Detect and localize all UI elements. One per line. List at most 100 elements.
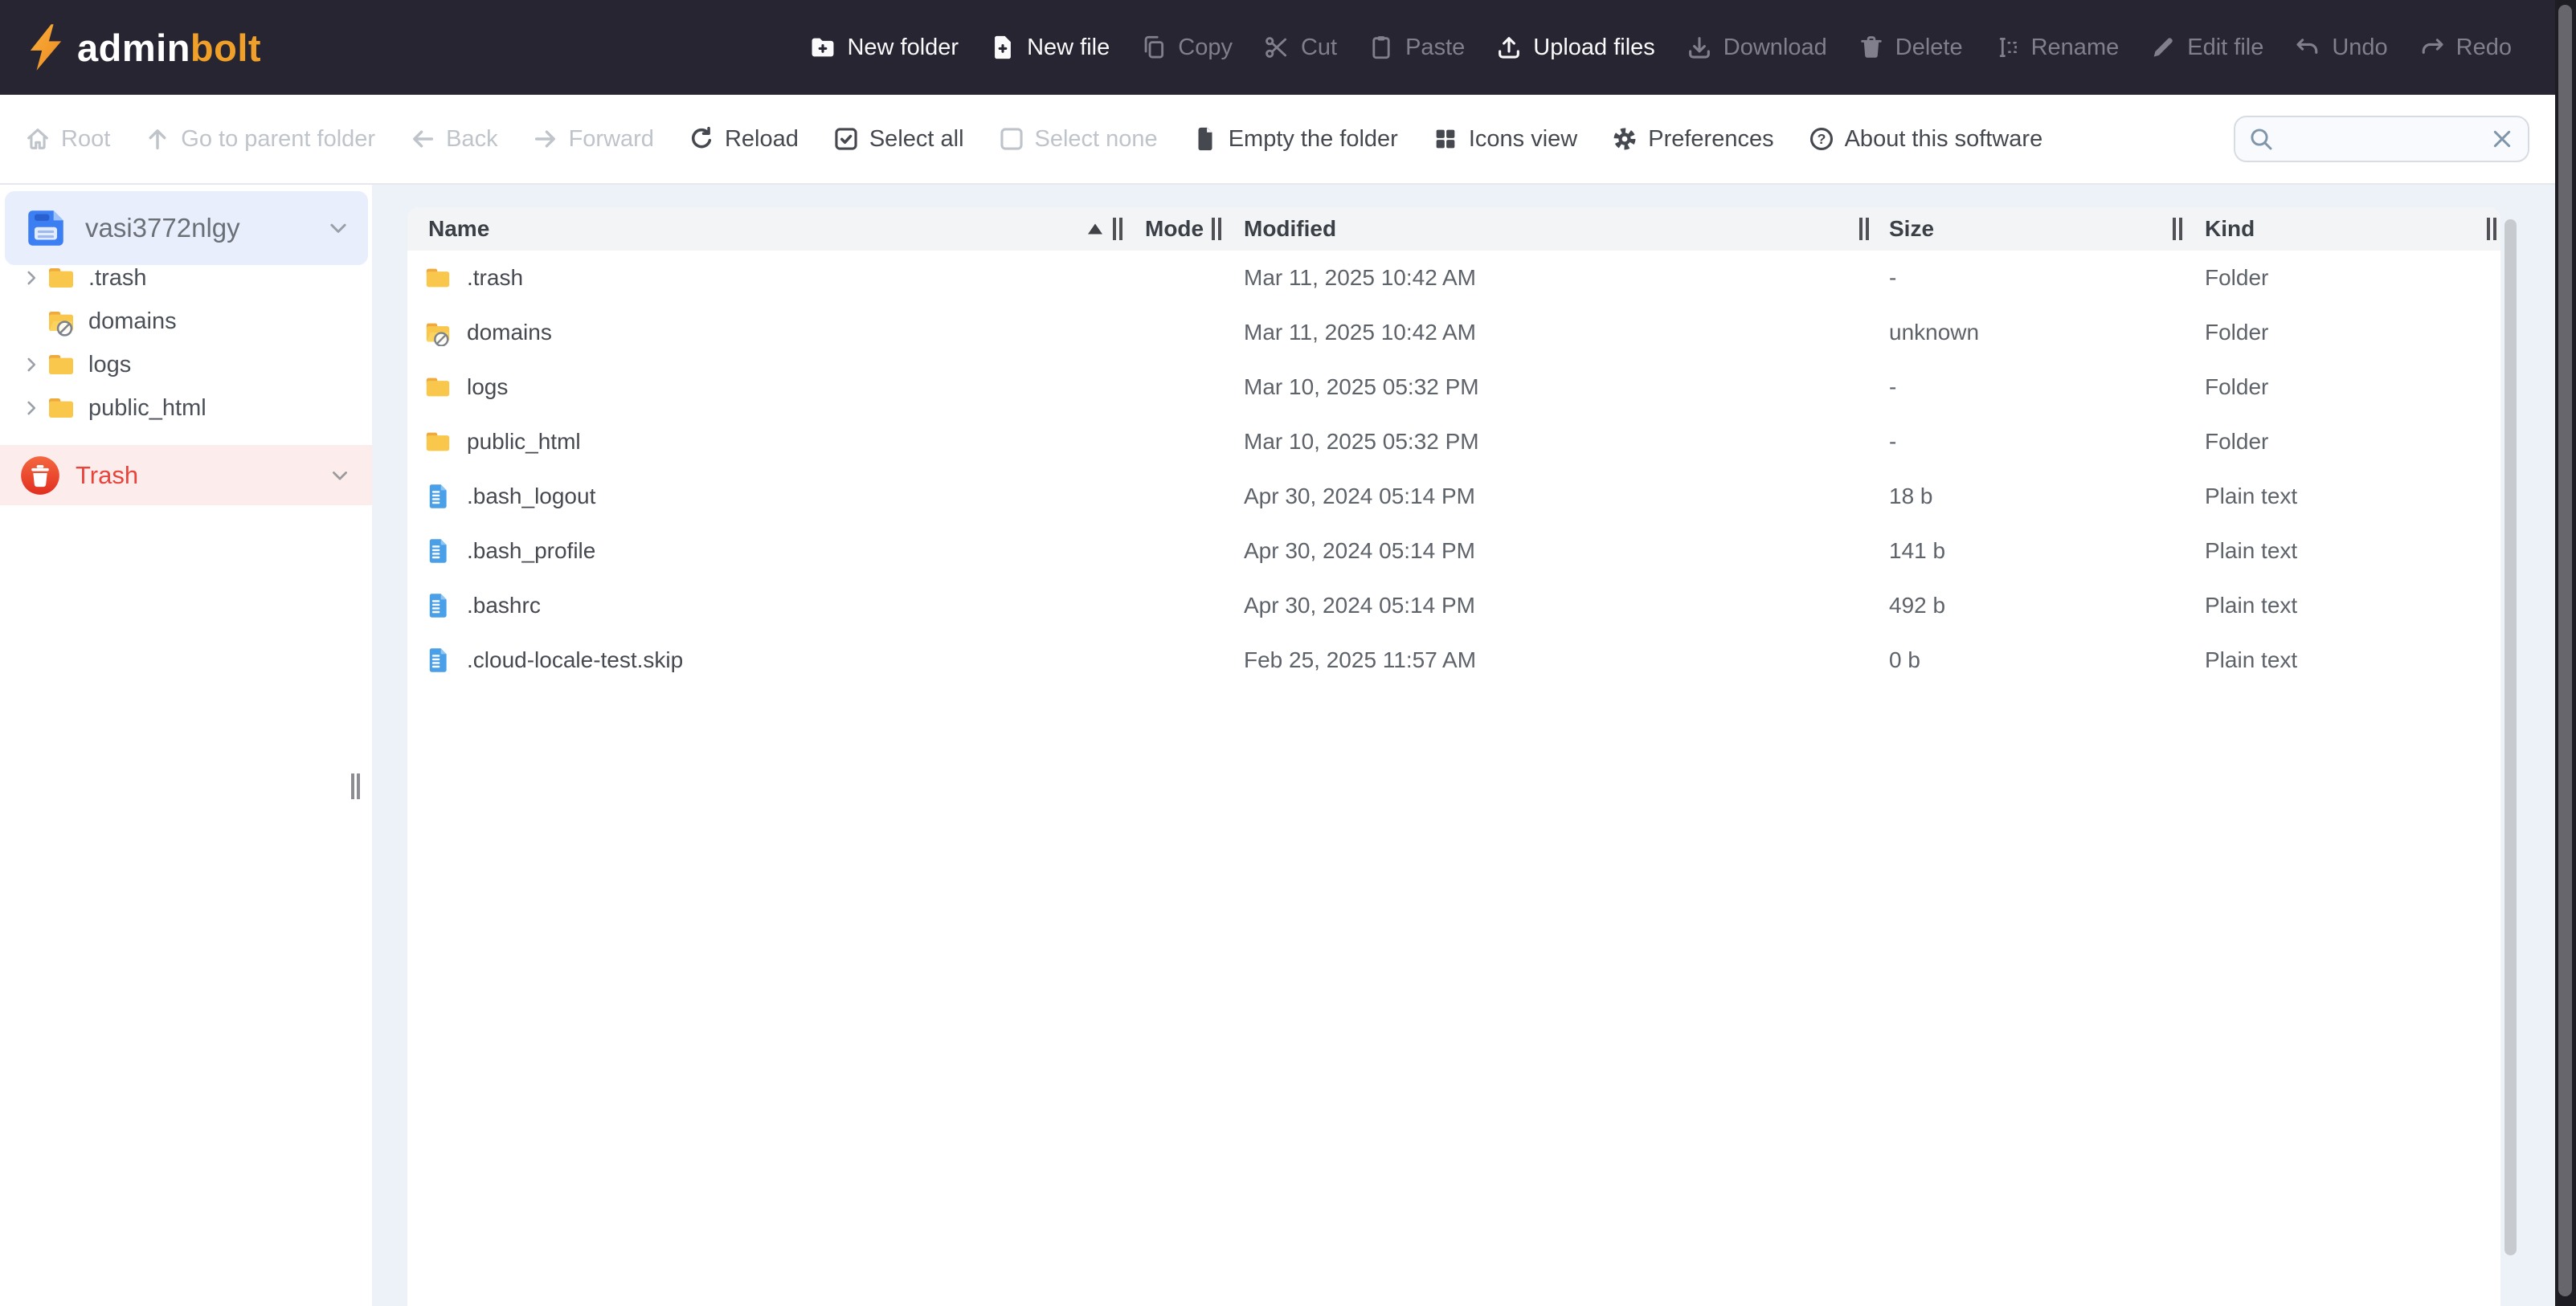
select-all-button[interactable]: Select all [832, 125, 964, 153]
file-name: public_html [467, 429, 581, 455]
cell-mode [1117, 251, 1216, 305]
empty-folder-button[interactable]: Empty the folder [1192, 125, 1398, 153]
button-label: Reload [725, 126, 799, 153]
chevron-down-icon[interactable] [326, 216, 350, 240]
top-bar: adminbolt New folder New file Copy Cut P… [0, 0, 2555, 95]
table-scrollbar-thumb[interactable] [2504, 219, 2517, 1255]
cell-kind: Folder [2177, 429, 2500, 455]
sidebar-item-root-volume[interactable]: vasi3772nlgy [5, 191, 368, 265]
download-button: Download [1686, 34, 1827, 61]
cell-kind: Plain text [2177, 484, 2500, 509]
grid-icon [1432, 125, 1459, 153]
column-header-mode[interactable]: Mode [1145, 216, 1204, 242]
new-folder-icon [809, 34, 836, 61]
chevron-right-icon[interactable] [21, 267, 45, 288]
tree-item-label: logs [88, 352, 131, 378]
cell-mode [1117, 524, 1216, 578]
file-name: domains [467, 320, 552, 345]
button-label: Redo [2456, 35, 2512, 61]
page-scrollbar[interactable] [2555, 0, 2576, 1306]
icons-view-button[interactable]: Icons view [1432, 125, 1577, 153]
file-icon [423, 592, 452, 619]
column-resize-handle[interactable] [1212, 218, 1221, 240]
cell-modified: Apr 30, 2024 05:14 PM [1216, 593, 1863, 618]
chevron-right-icon[interactable] [21, 398, 45, 418]
undo-button: Undo [2294, 34, 2387, 61]
chevron-right-icon[interactable] [21, 354, 45, 375]
file-name: .trash [467, 265, 523, 291]
search-input[interactable] [2284, 125, 2480, 153]
trash-circle-icon [19, 455, 61, 496]
cell-mode [1117, 360, 1216, 414]
app-logo[interactable]: adminbolt [0, 22, 261, 72]
table-row[interactable]: .bash_logout Apr 30, 2024 05:14 PM 18 b … [407, 469, 2500, 524]
table-row[interactable]: .bashrc Apr 30, 2024 05:14 PM 492 b Plai… [407, 578, 2500, 633]
table-row[interactable]: logs Mar 10, 2025 05:32 PM - Folder [407, 360, 2500, 414]
cell-size: 141 b [1863, 538, 2177, 564]
table-row[interactable]: .cloud-locale-test.skip Feb 25, 2025 11:… [407, 633, 2500, 688]
table-row[interactable]: .trash Mar 11, 2025 10:42 AM - Folder [407, 251, 2500, 305]
column-header-name[interactable]: Name [428, 216, 489, 242]
column-header-size[interactable]: Size [1889, 216, 1934, 242]
column-header-modified[interactable]: Modified [1244, 216, 1336, 242]
sidebar-item-public-html[interactable]: public_html [0, 386, 372, 430]
about-button[interactable]: ? About this software [1808, 125, 2043, 153]
column-resize-handle[interactable] [2173, 218, 2182, 240]
rename-button: Rename [1993, 34, 2120, 61]
tree-item-label: public_html [88, 395, 206, 422]
sidebar-resize-handle[interactable] [351, 773, 362, 799]
copy-button: Copy [1140, 34, 1233, 61]
folder-icon [423, 373, 452, 401]
chevron-down-icon[interactable] [329, 464, 351, 487]
bolt-icon [27, 22, 64, 72]
tree-spacer [21, 311, 45, 332]
cell-mode [1117, 578, 1216, 633]
clear-search-icon[interactable] [2489, 126, 2515, 152]
file-name: .bash_profile [467, 538, 595, 564]
new-file-button[interactable]: New file [989, 34, 1110, 61]
undo-icon [2294, 34, 2321, 61]
cell-modified: Mar 10, 2025 05:32 PM [1216, 374, 1863, 400]
sidebar-item-domains[interactable]: domains [0, 300, 372, 343]
upload-files-button[interactable]: Upload files [1495, 34, 1655, 61]
cell-kind: Plain text [2177, 593, 2500, 618]
root-button: Root [24, 125, 110, 153]
button-label: Cut [1301, 35, 1337, 61]
cut-button: Cut [1263, 34, 1337, 61]
sidebar-item-trash[interactable]: Trash [0, 445, 372, 505]
file-table-panel: Name Mode Modified Size Kind .trash Mar … [407, 207, 2500, 1306]
arrow-up-icon [144, 125, 171, 153]
clipboard-icon [1368, 34, 1395, 61]
table-row[interactable]: public_html Mar 10, 2025 05:32 PM - Fold… [407, 414, 2500, 469]
table-header: Name Mode Modified Size Kind [407, 207, 2500, 251]
top-toolbar: New folder New file Copy Cut Paste Uploa… [809, 34, 2555, 61]
new-folder-button[interactable]: New folder [809, 34, 959, 61]
paste-button: Paste [1368, 34, 1465, 61]
sidebar-item-trash-folder[interactable]: .trash [0, 256, 372, 300]
cell-name: public_html [407, 428, 1117, 455]
page-scrollbar-thumb[interactable] [2558, 5, 2572, 1296]
cell-kind: Plain text [2177, 538, 2500, 564]
button-label: New file [1027, 35, 1110, 61]
column-header-kind[interactable]: Kind [2205, 216, 2255, 242]
select-none-button: Select none [998, 125, 1158, 153]
column-resize-handle[interactable] [1113, 218, 1122, 240]
trash-icon [1858, 34, 1885, 61]
reload-button[interactable]: Reload [688, 125, 799, 153]
button-label: Go to parent folder [181, 126, 375, 153]
button-label: Icons view [1469, 126, 1577, 153]
file-name: .cloud-locale-test.skip [467, 647, 683, 673]
button-label: Root [61, 126, 110, 153]
cell-name: .trash [407, 264, 1117, 292]
preferences-button[interactable]: Preferences [1611, 125, 1773, 153]
column-resize-handle[interactable] [1859, 218, 1869, 240]
sidebar-item-logs[interactable]: logs [0, 343, 372, 386]
cell-modified: Apr 30, 2024 05:14 PM [1216, 538, 1863, 564]
table-row[interactable]: .bash_profile Apr 30, 2024 05:14 PM 141 … [407, 524, 2500, 578]
cell-size: unknown [1863, 320, 2177, 345]
table-row[interactable]: domains Mar 11, 2025 10:42 AM unknown Fo… [407, 305, 2500, 360]
button-label: Forward [569, 126, 654, 153]
column-resize-handle[interactable] [2487, 218, 2496, 240]
cell-size: 18 b [1863, 484, 2177, 509]
search-icon [2248, 126, 2274, 152]
